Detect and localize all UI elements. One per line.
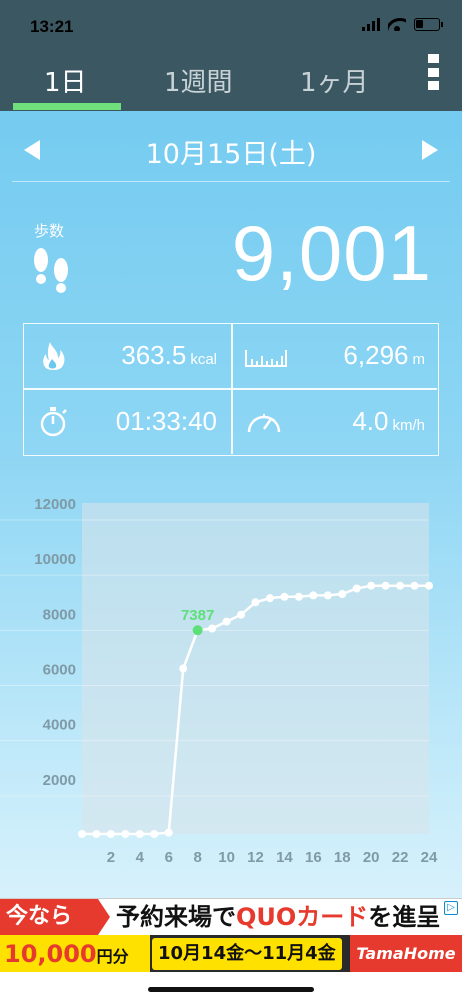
y-tick-label: 8000 [43,606,76,623]
data-point [92,830,101,838]
data-point [106,830,115,838]
speed-unit: km/h [392,417,425,434]
ad-amount-value: 10,000 [4,940,97,968]
data-point [164,828,173,837]
highlight-value-label: 7387 [181,607,214,624]
distance-cell: 6,296 m [232,324,439,388]
x-tick-label: 10 [218,849,235,866]
x-tick-label: 8 [193,849,201,866]
ad-banner[interactable]: 今なら 予約来場でQUOカードを進呈 ▷ 10,000円分 10月14金〜11月… [0,898,462,972]
distance-value: 6,296 [343,340,409,370]
ad-brand-logo: TamaHome [350,935,462,972]
date-navigation: 10月15日(土) [12,120,450,182]
data-point [150,830,159,838]
speedometer-icon [247,414,281,433]
ruler-icon [245,350,287,367]
data-point [338,590,347,599]
ad-amount-unit: 円分 [96,947,129,966]
speed-value: 4.0 [352,406,389,436]
plot-area [82,503,429,834]
ad-period: 10月14金〜11月4金 [152,938,342,970]
y-tick-label: 2000 [43,772,76,789]
battery-icon [414,18,443,31]
current-date: 10月15日(土) [145,139,317,170]
more-menu-icon[interactable] [426,54,440,90]
ad-info-icon[interactable]: ▷ [444,901,458,915]
ad-message-accent: QUOカード [236,903,369,931]
ad-tag: 今なら [0,899,98,935]
data-point [381,581,390,590]
ad-amount: 10,000円分 [0,935,150,972]
data-point [222,617,231,626]
data-point [323,591,332,600]
data-point [396,581,405,590]
wifi-icon [388,18,406,31]
x-tick-label: 22 [392,849,409,866]
x-tick-label: 18 [334,849,351,866]
x-tick-label: 4 [136,849,145,866]
duration-cell: 01:33:40 [24,390,231,454]
ad-message-prefix: 予約来場で [116,903,236,931]
tab-1-month[interactable]: 1ヶ月 [300,62,369,99]
cellular-signal-icon [362,18,380,31]
calories-cell: 363.5 kcal [24,324,231,388]
ad-message: 予約来場でQUOカードを進呈 [116,901,440,933]
data-point [367,581,376,590]
y-tick-label: 12000 [34,496,76,513]
period-tab-bar: 1日 1週間 1ヶ月 [0,52,462,111]
x-tick-label: 12 [247,849,264,866]
y-tick-label: 4000 [43,717,76,734]
data-point [265,594,274,603]
y-tick-label: 10000 [34,551,76,568]
activity-stats-grid: 363.5 kcal 6,296 m 01:33:40 4.0 km/h [23,323,439,456]
x-tick-label: 20 [363,849,380,866]
home-indicator[interactable] [148,987,314,992]
active-tab-indicator [13,103,121,110]
y-tick-label: 6000 [43,662,76,679]
x-tick-label: 16 [305,849,322,866]
system-icons [362,18,443,31]
home-bar [0,972,462,1000]
speed-cell: 4.0 km/h [232,390,439,454]
chart-canvas: 120001000080006000400020002 4 6 8 10 12 14 16 18… [0,496,438,866]
data-point [78,830,86,838]
footprints-icon [34,248,68,293]
ad-message-suffix: を進呈 [368,903,441,931]
data-point [135,830,144,838]
fire-icon [43,342,65,370]
next-day-arrow-icon[interactable] [422,140,438,160]
stopwatch-icon [40,407,67,437]
ad-tag-tail [98,899,110,935]
step-count: 9,001 [231,209,432,297]
data-point [121,830,130,838]
tab-1-day[interactable]: 1日 [44,62,87,99]
data-point [251,598,260,607]
distance-unit: m [412,351,426,368]
highlighted-point [192,625,203,636]
x-tick-label: 2 [107,849,115,866]
data-point [208,624,217,633]
data-point [309,591,318,600]
calories-unit: kcal [190,351,217,368]
data-point [425,581,433,590]
hourly-steps-chart: 12000 10000 8000 6000 4000 2000 2 4 6 8 10 12 14 16 18… [0,488,462,878]
x-tick-label: 14 [276,849,293,866]
data-point [410,581,419,590]
x-tick-label: 24 [421,849,438,866]
data-point [280,592,289,601]
status-bar: 13:21 [0,0,462,52]
x-tick-label: 6 [165,849,173,866]
data-point [352,584,361,593]
steps-label: 歩数 [34,222,65,240]
calories-value: 363.5 [121,340,187,370]
duration-value: 01:33:40 [115,406,217,436]
data-point [179,664,188,673]
tab-1-week[interactable]: 1週間 [164,62,233,99]
data-point [294,592,303,601]
status-time: 13:21 [30,17,74,36]
data-point [237,610,246,619]
